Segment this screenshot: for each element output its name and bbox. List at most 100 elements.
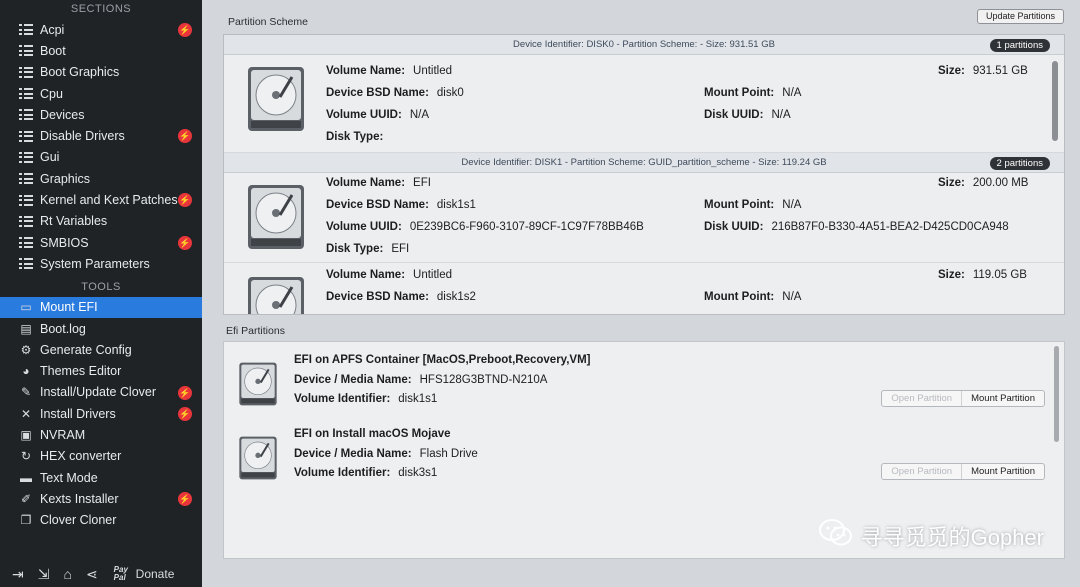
sections-list: Acpi ⚡ Boot Boot Graphics Cpu Devices Disable … (0, 19, 202, 275)
partition-scrollbar[interactable] (1052, 61, 1058, 141)
list-icon (18, 108, 34, 122)
volume-uuid-field: Volume UUID: 0E239BC6-F960-3107-89CF-1C97… (326, 221, 644, 233)
sidebar-item-tool[interactable]: ◕ Themes Editor (0, 360, 202, 381)
gears-icon: ⚙ (20, 342, 32, 357)
mount-partition-button[interactable]: Mount Partition (962, 464, 1044, 479)
sidebar: SECTIONS Acpi ⚡ Boot Boot Graphics Cpu Device… (0, 0, 202, 587)
efi-partitions-label: Efi Partitions (226, 325, 285, 337)
disk-uuid-field: Disk UUID: N/A (704, 109, 791, 121)
sidebar-item-tool[interactable]: ▣ NVRAM (0, 424, 202, 445)
refresh-icon: ↻ (20, 449, 32, 464)
bsd-name-field: Device BSD Name: disk1s1 (326, 199, 476, 211)
warning-badge-icon: ⚡ (178, 129, 192, 144)
partition-scheme-panel[interactable]: Device Identifier: DISK0 - Partition Sch… (223, 34, 1065, 315)
sidebar-item-section[interactable]: Graphics (0, 168, 202, 189)
open-partition-button[interactable]: Open Partition (882, 464, 963, 479)
list-icon (18, 44, 34, 58)
efi-partition-item: EFI on Install macOS Mojave Device / Med… (224, 424, 1064, 496)
sidebar-item-section[interactable]: Devices (0, 104, 202, 125)
sidebar-item-label: Mount EFI (40, 300, 98, 315)
sidebar-item-label: Text Mode (40, 470, 98, 485)
sidebar-item-tool[interactable]: ✎ Install/Update Clover ⚡ (0, 382, 202, 403)
sidebar-item-label: Kexts Installer (40, 491, 119, 506)
list-icon (18, 23, 34, 37)
share-icon[interactable]: ⋖ (86, 566, 98, 583)
home-icon[interactable]: ⌂ (63, 566, 71, 582)
volume-name-field: Volume Name: EFI (326, 177, 431, 189)
efi-scrollbar[interactable] (1054, 346, 1059, 442)
sidebar-item-section[interactable]: Rt Variables (0, 211, 202, 232)
disk-icon: ▭ (20, 300, 32, 315)
mount-point-field: Mount Point: N/A (704, 199, 802, 211)
sidebar-item-section[interactable]: SMBIOS ⚡ (0, 232, 202, 253)
volume-row[interactable]: Volume Name: Untitled Device BSD Name: dis… (224, 55, 1064, 153)
sidebar-bottom-bar: ⇥ ⇲ ⌂ ⋖ Pay Pal Donate (0, 561, 202, 587)
list-icon (18, 193, 34, 207)
sidebar-item-tool[interactable]: ▬ Text Mode (0, 467, 202, 488)
donate-label: Donate (135, 567, 175, 581)
tools-icon: ✕ (20, 406, 32, 421)
import-icon[interactable]: ⇲ (38, 566, 50, 583)
document-icon: ▤ (20, 321, 32, 336)
size-field: Size: 119.05 GB (938, 269, 1027, 281)
tools-list: ▭ Mount EFI ▤ Boot.log ⚙ Generate Config ◕ Them… (0, 296, 202, 531)
open-partition-button[interactable]: Open Partition (882, 391, 963, 406)
sidebar-item-label: NVRAM (40, 427, 86, 442)
device-media-field: Device / Media Name: HFS128G3BTND-N210A (294, 374, 548, 386)
donate-button[interactable]: Pay Pal Donate (114, 566, 175, 582)
sidebar-item-tool[interactable]: ↻ HEX converter (0, 446, 202, 467)
chip-icon: ▣ (20, 427, 32, 442)
export-icon[interactable]: ⇥ (12, 566, 24, 583)
sidebar-item-section[interactable]: System Parameters (0, 253, 202, 274)
sidebar-item-label: Install Drivers (40, 406, 116, 421)
disk-header-text: Device Identifier: DISK0 - Partition Sch… (513, 39, 775, 50)
sidebar-item-section[interactable]: Gui (0, 147, 202, 168)
size-field: Size: 200.00 MB (938, 177, 1029, 189)
sidebar-item-section[interactable]: Boot Graphics (0, 62, 202, 83)
list-icon (18, 150, 34, 164)
plug-icon: ✐ (20, 491, 32, 506)
sidebar-item-tool[interactable]: ⚙ Generate Config (0, 339, 202, 360)
volume-name-field: Volume Name: Untitled (326, 269, 453, 281)
sidebar-item-section[interactable]: Boot (0, 40, 202, 61)
hard-disk-icon (236, 434, 280, 487)
sidebar-item-label: Boot (40, 43, 66, 58)
sidebar-item-label: Generate Config (40, 342, 132, 357)
sidebar-item-label: Kernel and Kext Patches (40, 193, 178, 208)
list-icon (18, 65, 34, 79)
sidebar-item-label: HEX converter (40, 449, 122, 464)
volume-row[interactable]: Volume Name: EFI Device BSD Name: disk1s1 … (224, 173, 1064, 263)
sidebar-item-tool[interactable]: ❐ Clover Cloner (0, 510, 202, 531)
wechat-icon (818, 519, 853, 553)
sidebar-item-section[interactable]: Cpu (0, 83, 202, 104)
warning-badge-icon: ⚡ (178, 407, 192, 422)
warning-badge-icon: ⚡ (178, 235, 192, 250)
bsd-name-field: Device BSD Name: disk0 (326, 87, 464, 99)
disk-header-text: Device Identifier: DISK1 - Partition Sch… (461, 157, 827, 168)
tools-heading: TOOLS (81, 280, 121, 293)
sidebar-item-section[interactable]: Disable Drivers ⚡ (0, 125, 202, 146)
sidebar-item-label: Rt Variables (40, 214, 108, 229)
list-icon (18, 257, 34, 271)
hard-disk-icon (236, 360, 280, 413)
sidebar-item-tool[interactable]: ▭ Mount EFI (0, 296, 202, 318)
volume-identifier-field: Volume Identifier: disk1s1 (294, 393, 438, 405)
partition-count-badge: 2 partitions (989, 157, 1050, 170)
sidebar-item-tool[interactable]: ✕ Install Drivers ⚡ (0, 403, 202, 424)
sidebar-item-tool[interactable]: ▤ Boot.log (0, 318, 202, 339)
sidebar-item-label: Cpu (40, 86, 63, 101)
sidebar-item-label: Themes Editor (40, 364, 122, 379)
sidebar-item-label: System Parameters (40, 256, 150, 271)
efi-title: EFI on APFS Container [MacOS,Preboot,Rec… (294, 354, 591, 366)
sidebar-item-section[interactable]: Kernel and Kext Patches ⚡ (0, 189, 202, 210)
sidebar-item-label: Boot.log (40, 321, 86, 336)
volume-row[interactable]: Volume Name: Untitled Device BSD Name: dis… (224, 263, 1064, 314)
warning-badge-icon: ⚡ (178, 385, 192, 400)
bsd-name-field: Device BSD Name: disk1s2 (326, 291, 476, 303)
mount-partition-button[interactable]: Mount Partition (962, 391, 1044, 406)
update-partitions-button[interactable]: Update Partitions (976, 9, 1064, 24)
sidebar-item-section[interactable]: Acpi ⚡ (0, 19, 202, 40)
sidebar-item-tool[interactable]: ✐ Kexts Installer ⚡ (0, 488, 202, 509)
warning-badge-icon: ⚡ (178, 23, 192, 37)
partition-count-badge: 1 partitions (989, 39, 1050, 52)
